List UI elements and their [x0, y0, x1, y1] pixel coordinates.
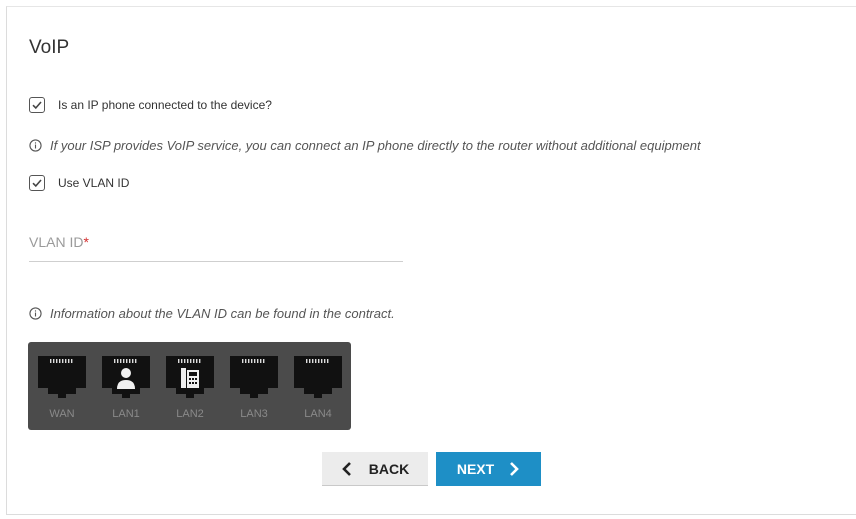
- ip-phone-label: Is an IP phone connected to the device?: [58, 98, 272, 112]
- ip-phone-option: Is an IP phone connected to the device?: [29, 97, 272, 113]
- checkmark-icon: [32, 179, 42, 188]
- ethernet-port-icon: [38, 356, 86, 398]
- page-title: VoIP: [29, 37, 70, 58]
- vlan-info-text: Information about the VLAN ID can be fou…: [50, 306, 395, 321]
- port-label: LAN4: [304, 408, 332, 420]
- port-wan: WAN: [36, 354, 88, 424]
- phone-icon: [181, 368, 199, 388]
- ethernet-port-icon: [102, 356, 150, 398]
- ethernet-port-icon: [294, 356, 342, 398]
- chevron-left-icon: [341, 461, 351, 476]
- back-button[interactable]: BACK: [322, 452, 428, 486]
- vlan-id-input[interactable]: [29, 231, 403, 259]
- port-lan3: LAN3: [228, 354, 280, 424]
- ip-phone-info-text: If your ISP provides VoIP service, you c…: [50, 138, 701, 153]
- next-button[interactable]: NEXT: [436, 452, 541, 486]
- use-vlan-checkbox[interactable]: [29, 175, 45, 191]
- ip-phone-checkbox[interactable]: [29, 97, 45, 113]
- next-button-label: NEXT: [456, 461, 495, 477]
- port-label: LAN3: [240, 408, 268, 420]
- chevron-right-icon: [510, 462, 520, 476]
- info-icon: [29, 307, 42, 320]
- wizard-panel: VoIP Is an IP phone connected to the dev…: [6, 6, 856, 515]
- checkmark-icon: [32, 101, 42, 110]
- ip-phone-info: If your ISP provides VoIP service, you c…: [29, 138, 701, 153]
- use-vlan-label: Use VLAN ID: [58, 176, 130, 190]
- use-vlan-option: Use VLAN ID: [29, 175, 129, 191]
- port-lan4: LAN4: [292, 354, 344, 424]
- port-panel: WAN LAN1 LAN2 LAN3 LAN4: [28, 342, 351, 430]
- port-label: LAN1: [112, 408, 140, 420]
- back-button-label: BACK: [368, 460, 410, 477]
- vlan-info: Information about the VLAN ID can be fou…: [29, 306, 395, 321]
- ethernet-port-icon: [230, 356, 278, 398]
- vlan-id-field: VLAN ID*: [29, 231, 403, 262]
- ethernet-port-icon: [166, 356, 214, 398]
- port-lan1: LAN1: [100, 354, 152, 424]
- info-icon: [29, 139, 42, 152]
- port-lan2: LAN2: [164, 354, 216, 424]
- port-label: WAN: [49, 408, 75, 420]
- port-label: LAN2: [176, 408, 204, 420]
